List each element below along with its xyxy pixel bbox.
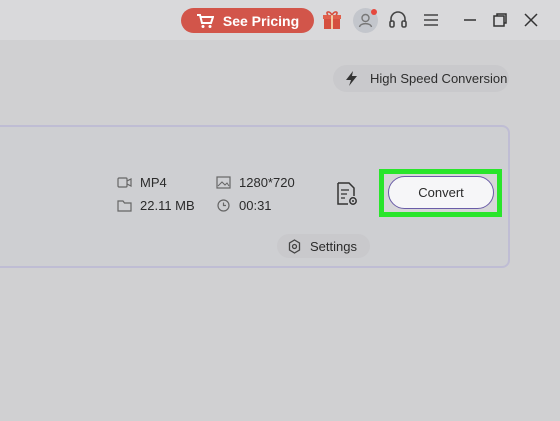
file-format: MP4: [117, 175, 167, 190]
image-icon: [216, 176, 231, 189]
video-icon: [117, 177, 132, 188]
convert-button[interactable]: Convert: [388, 176, 494, 209]
file-resolution-value: 1280*720: [239, 175, 295, 190]
notification-dot: [371, 9, 377, 15]
maximize-icon[interactable]: [492, 12, 508, 28]
see-pricing-label: See Pricing: [222, 12, 300, 29]
file-duration: 00:31: [216, 198, 272, 213]
clock-icon: [217, 199, 230, 212]
see-pricing-button[interactable]: See Pricing: [181, 8, 314, 33]
settings-icon: [288, 238, 301, 254]
high-speed-conversion-label: High Speed Conversion: [370, 71, 508, 86]
output-settings-icon[interactable]: [335, 181, 359, 207]
folder-icon: [117, 200, 132, 212]
file-format-value: MP4: [140, 175, 167, 190]
file-size-value: 22.11 MB: [140, 198, 195, 213]
minimize-icon[interactable]: [462, 12, 478, 28]
settings-button[interactable]: Settings: [277, 234, 370, 258]
gift-icon[interactable]: [321, 9, 343, 31]
file-resolution: 1280*720: [216, 175, 295, 190]
close-icon[interactable]: [523, 12, 539, 28]
convert-label: Convert: [418, 185, 464, 200]
cart-icon: [196, 13, 214, 28]
lightning-icon: [346, 71, 357, 86]
headset-icon[interactable]: [387, 9, 409, 31]
title-bar: See Pricing: [0, 0, 560, 40]
settings-label: Settings: [310, 238, 357, 254]
file-size: 22.11 MB: [117, 198, 195, 213]
user-avatar[interactable]: [353, 8, 378, 33]
menu-icon[interactable]: [420, 9, 442, 31]
file-duration-value: 00:31: [239, 198, 272, 213]
high-speed-conversion-button[interactable]: High Speed Conversion: [333, 65, 509, 92]
